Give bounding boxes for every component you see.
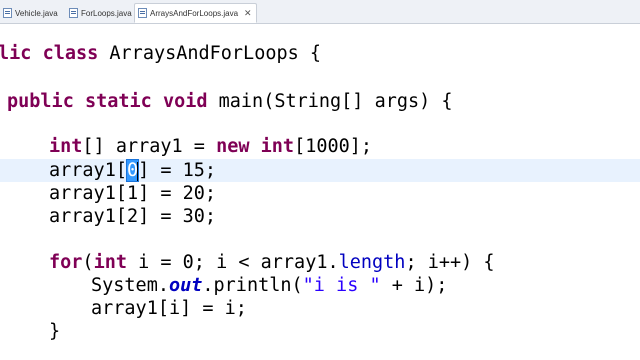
tab-label: Vehicle.java bbox=[15, 8, 58, 18]
code-line-assign-1: array1[1] = 20; bbox=[49, 183, 217, 204]
code-line-assign-2: array1[2] = 30; bbox=[49, 206, 217, 227]
java-file-icon bbox=[69, 8, 78, 18]
close-tab-icon[interactable]: ✕ bbox=[244, 8, 252, 18]
tab-forloops-java[interactable]: ForLoops.java bbox=[66, 3, 136, 23]
code-line-array-declaration: int[] array1 = new int[1000]; bbox=[49, 136, 373, 157]
eclipse-editor-window: Vehicle.java ForLoops.java ArraysAndForL… bbox=[0, 0, 640, 360]
code-line-class-declaration: lic class ArraysAndForLoops { bbox=[0, 43, 322, 64]
tab-label: ForLoops.java bbox=[81, 8, 132, 18]
tab-label: ArraysAndForLoops.java bbox=[150, 8, 239, 18]
code-line-for-loop: for(int i = 0; i < array1.length; i++) { bbox=[49, 252, 495, 273]
tab-arraysandforloops-java[interactable]: ArraysAndForLoops.java ✕ bbox=[134, 3, 257, 23]
code-line-main-method: public static void main(String[] args) { bbox=[7, 91, 453, 112]
code-line-close-brace: } bbox=[49, 321, 61, 342]
code-line-assign-0-current: array1[0] = 15; bbox=[0, 159, 640, 182]
java-file-icon bbox=[138, 8, 147, 18]
java-file-icon bbox=[3, 8, 12, 18]
code-editor[interactable]: lic class ArraysAndForLoops { public sta… bbox=[0, 24, 640, 360]
tab-vehicle-java[interactable]: Vehicle.java bbox=[0, 3, 62, 23]
editor-tab-bar: Vehicle.java ForLoops.java ArraysAndForL… bbox=[0, 0, 640, 24]
code-line-assign-i: array1[i] = i; bbox=[91, 298, 247, 319]
code-line-println: System.out.println("i is " + i); bbox=[91, 275, 448, 296]
